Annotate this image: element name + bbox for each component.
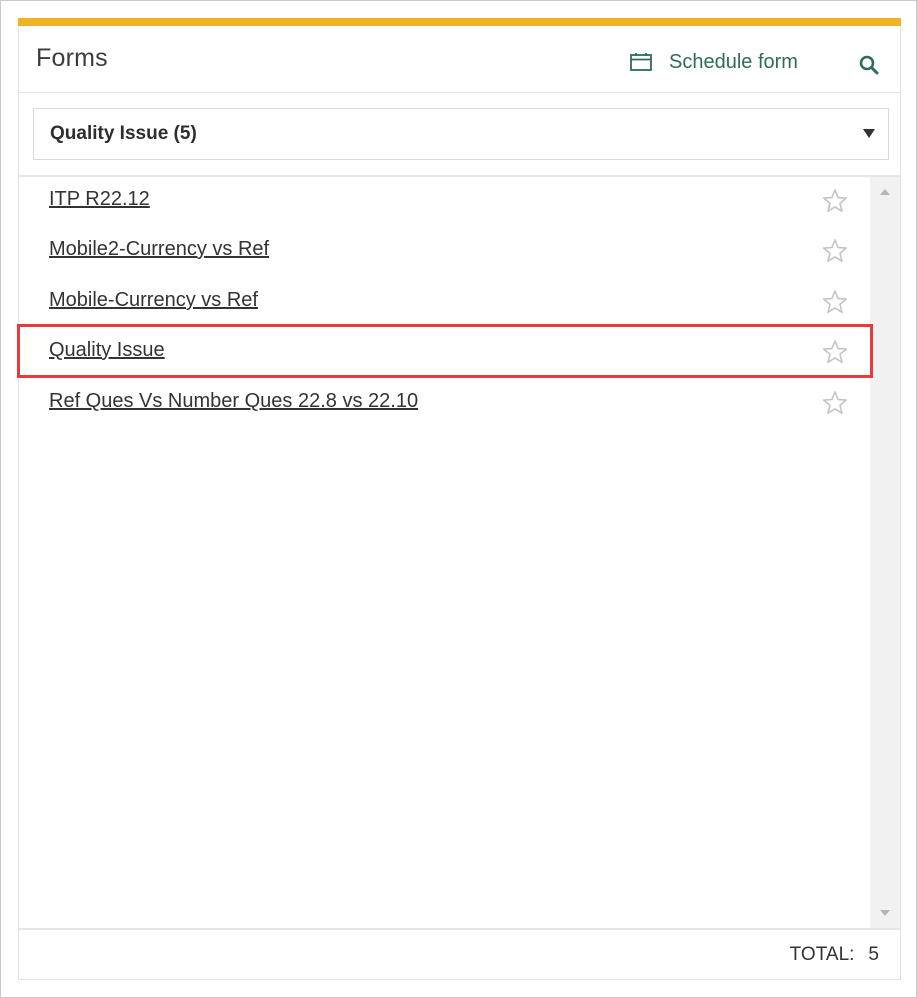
calendar-icon (630, 53, 652, 71)
form-link[interactable]: Ref Ques Vs Number Ques 22.8 vs 22.10 (49, 390, 418, 413)
star-icon[interactable] (822, 390, 848, 416)
accent-bar (18, 18, 901, 26)
list-footer: TOTAL: 5 (19, 928, 900, 980)
total-count-text: TOTAL: 5 (790, 944, 879, 966)
list-item: Quality Issue (19, 327, 870, 377)
caret-down-icon (863, 129, 875, 138)
page-title: Forms (36, 44, 108, 72)
list-item: Mobile2-Currency vs Ref (19, 226, 870, 276)
scroll-down-arrow-icon[interactable] (880, 910, 890, 916)
form-link[interactable]: Mobile2-Currency vs Ref (49, 238, 269, 261)
panel-header: Forms Schedule form (18, 26, 901, 93)
total-value: 5 (868, 944, 879, 965)
form-type-dropdown[interactable]: Quality Issue (5) (33, 108, 889, 160)
search-button[interactable] (857, 53, 881, 77)
list-item: ITP R22.12 (19, 176, 870, 226)
list-item: Ref Ques Vs Number Ques 22.8 vs 22.10 (19, 378, 870, 428)
scroll-up-arrow-icon[interactable] (880, 189, 890, 195)
star-icon[interactable] (822, 289, 848, 315)
list-scrollbar[interactable] (870, 175, 900, 928)
search-icon (859, 55, 879, 75)
star-icon[interactable] (822, 339, 848, 365)
star-icon[interactable] (822, 238, 848, 264)
form-link[interactable]: Quality Issue (49, 339, 165, 362)
total-label: TOTAL: (789, 944, 855, 965)
list-item: Mobile-Currency vs Ref (19, 277, 870, 327)
star-icon[interactable] (822, 188, 848, 214)
schedule-form-button[interactable]: Schedule form (630, 48, 798, 76)
dropdown-selected-value: Quality Issue (5) (50, 123, 197, 144)
form-link[interactable]: ITP R22.12 (49, 188, 150, 211)
schedule-form-label: Schedule form (669, 50, 798, 73)
form-link[interactable]: Mobile-Currency vs Ref (49, 289, 258, 312)
